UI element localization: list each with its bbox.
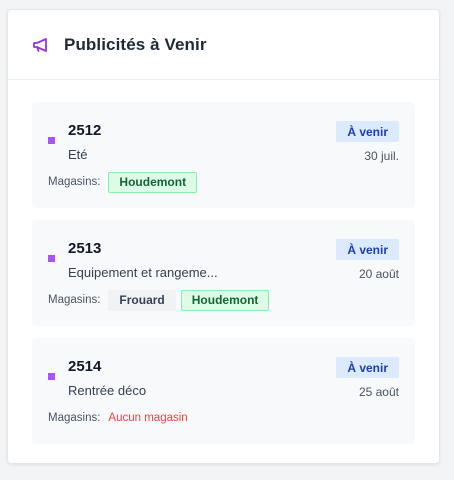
- ad-name: Equipement et rangeme...: [68, 265, 218, 280]
- stores-label: Magasins:: [48, 294, 101, 306]
- ad-date: 25 août: [358, 385, 399, 399]
- panel-header: Publicités à Venir: [8, 10, 439, 80]
- ads-list: 2512 Eté À venir 30 juil. Magasins: Houd…: [8, 80, 439, 444]
- status-dot: [48, 373, 55, 380]
- status-badge: À venir: [336, 239, 399, 260]
- megaphone-icon: [32, 37, 52, 53]
- stores-label: Magasins:: [48, 412, 101, 424]
- status-dot: [48, 137, 55, 144]
- ad-number: 2514: [68, 358, 102, 375]
- ad-name: Rentrée déco: [68, 383, 147, 398]
- ad-number: 2512: [68, 122, 102, 139]
- store-tag-houdemont: Houdemont: [108, 171, 198, 193]
- ad-item-2512[interactable]: 2512 Eté À venir 30 juil. Magasins: Houd…: [32, 102, 415, 208]
- stores-row: Magasins: Aucun magasin: [48, 407, 188, 429]
- stores-row: Magasins: Houdemont: [48, 171, 202, 193]
- status-dot: [48, 255, 55, 262]
- ad-date: 30 juil.: [364, 149, 399, 163]
- status-badge: À venir: [336, 121, 399, 142]
- ad-date: 20 août: [358, 267, 399, 281]
- ad-name: Eté: [68, 147, 88, 162]
- stores-row: Magasins: Frouard Houdemont: [48, 289, 274, 311]
- no-stores-text: Aucun magasin: [108, 412, 188, 424]
- store-tag-houdemont: Houdemont: [180, 289, 270, 311]
- store-tag-frouard: Frouard: [108, 289, 176, 311]
- status-badge: À venir: [336, 357, 399, 378]
- ad-number: 2513: [68, 240, 102, 257]
- ad-item-2513[interactable]: 2513 Equipement et rangeme... À venir 20…: [32, 220, 415, 326]
- upcoming-ads-panel: Publicités à Venir 2512 Eté À venir 30 j…: [7, 9, 440, 464]
- panel-title: Publicités à Venir: [64, 34, 207, 54]
- stores-label: Magasins:: [48, 176, 101, 188]
- ad-item-2514[interactable]: 2514 Rentrée déco À venir 25 août Magasi…: [32, 338, 415, 444]
